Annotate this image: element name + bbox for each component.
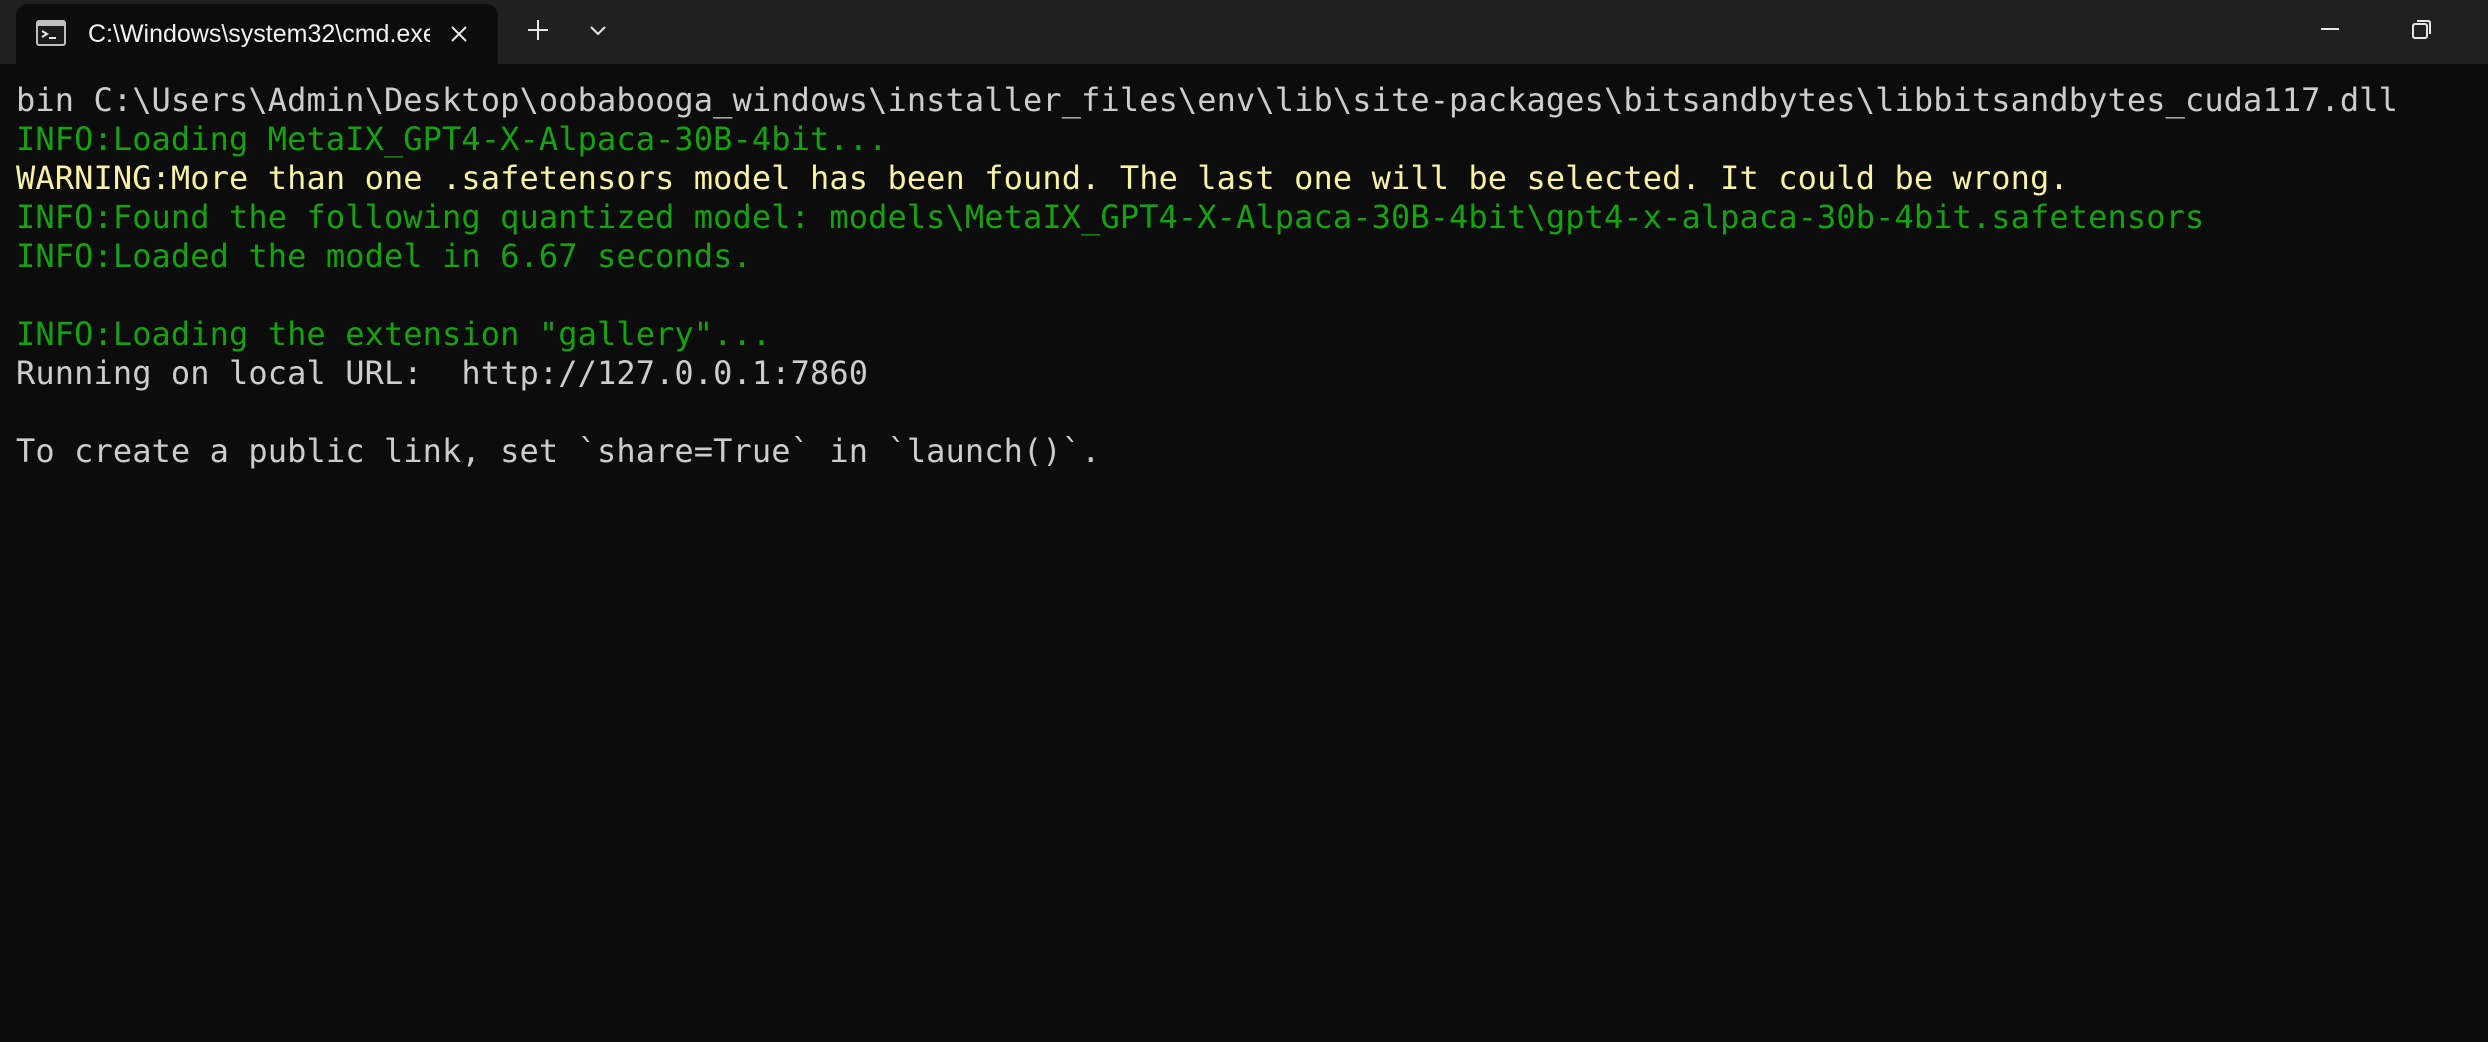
- plus-icon: [526, 18, 550, 46]
- terminal-line: WARNING:More than one .safetensors model…: [16, 159, 2069, 197]
- terminal-line: To create a public link, set `share=True…: [16, 432, 1101, 470]
- title-bar[interactable]: C:\Windows\system32\cmd.exe: [0, 0, 2488, 64]
- terminal-window: C:\Windows\system32\cmd.exe bin C:\Users…: [0, 0, 2488, 1042]
- terminal-line: INFO:Loaded the model in 6.67 seconds.: [16, 237, 752, 275]
- close-icon[interactable]: [443, 18, 475, 50]
- tab-title: C:\Windows\system32\cmd.exe: [88, 20, 430, 48]
- minimize-button[interactable]: [2284, 0, 2376, 62]
- restore-icon: [2411, 18, 2433, 44]
- cmd-terminal-icon: [36, 20, 66, 46]
- terminal-line: INFO:Loading MetaIX_GPT4-X-Alpaca-30B-4b…: [16, 120, 888, 158]
- new-tab-button[interactable]: [518, 14, 558, 50]
- restore-button[interactable]: [2376, 0, 2468, 62]
- tab-cmd[interactable]: C:\Windows\system32\cmd.exe: [16, 4, 498, 64]
- minimize-icon: [2319, 18, 2341, 44]
- terminal-output[interactable]: bin C:\Users\Admin\Desktop\oobabooga_win…: [0, 64, 2488, 1042]
- terminal-line: INFO:Loading the extension "gallery"...: [16, 315, 772, 353]
- tab-dropdown-button[interactable]: [580, 14, 616, 50]
- terminal-line: INFO:Found the following quantized model…: [16, 198, 2205, 236]
- terminal-line: Running on local URL: http://127.0.0.1:7…: [16, 354, 869, 392]
- chevron-down-icon: [588, 23, 608, 42]
- terminal-line: bin C:\Users\Admin\Desktop\oobabooga_win…: [16, 81, 2398, 119]
